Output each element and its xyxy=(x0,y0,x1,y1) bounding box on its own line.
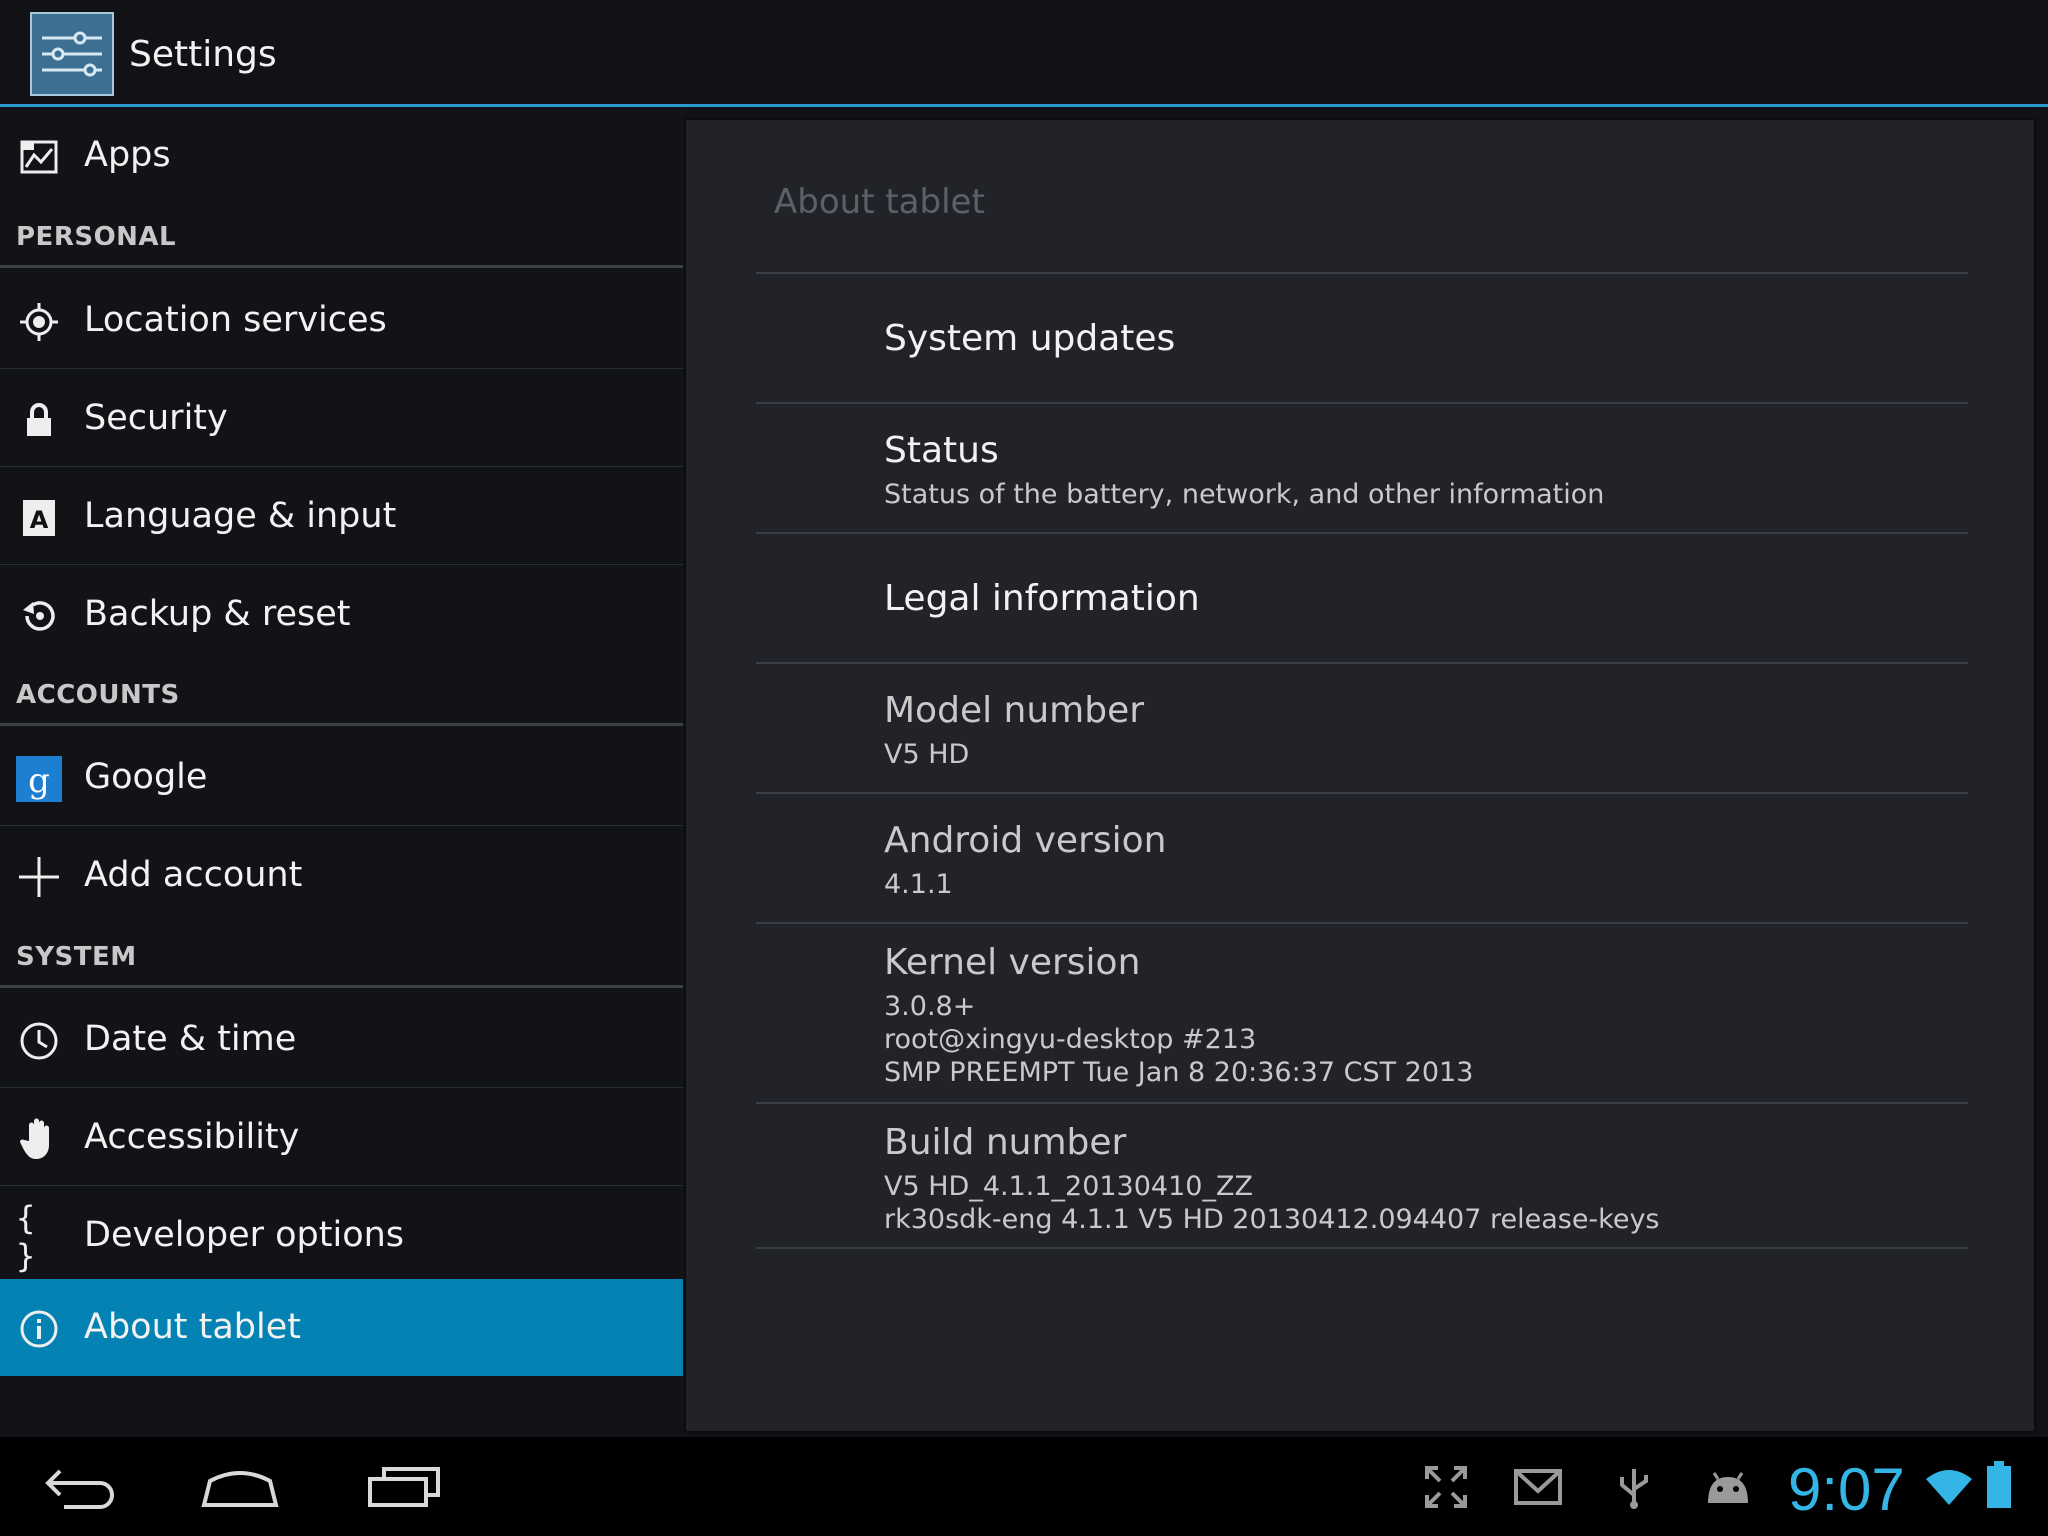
item-summary: Status of the battery, network, and othe… xyxy=(884,479,1605,510)
item-title: Legal information xyxy=(884,578,1200,619)
build-number-item[interactable]: Build number V5 HD_4.1.1_20130410_ZZ rk3… xyxy=(756,1102,1968,1247)
android-version-item[interactable]: Android version 4.1.1 xyxy=(756,792,1968,922)
item-value: V5 HD_4.1.1_20130410_ZZ xyxy=(884,1171,1253,1202)
sidebar-item-location[interactable]: Location services xyxy=(0,272,683,369)
settings-sidebar: Apps PERSONAL Location services Security xyxy=(0,107,683,1437)
sidebar-item-label: Language & input xyxy=(84,496,397,536)
location-icon xyxy=(16,302,62,342)
section-header-system: SYSTEM xyxy=(0,924,683,988)
braces-icon: { } xyxy=(16,1199,38,1275)
sidebar-item-security[interactable]: Security xyxy=(0,370,683,467)
model-number-item: Model number V5 HD xyxy=(756,662,1968,792)
item-value: 4.1.1 xyxy=(884,869,953,900)
pane-title: About tablet xyxy=(774,182,985,222)
system-nav-bar: 9:07 xyxy=(0,1437,2048,1536)
sidebar-item-label: Developer options xyxy=(84,1215,405,1255)
sidebar-item-label: Google xyxy=(84,757,208,797)
section-header-accounts: ACCOUNTS xyxy=(0,662,683,726)
status-clock: 9:07 xyxy=(1788,1456,1905,1523)
item-title: Kernel version xyxy=(884,942,1141,983)
status-item[interactable]: Status Status of the battery, network, a… xyxy=(756,402,1968,532)
item-title: Android version xyxy=(884,820,1167,861)
item-title: Status xyxy=(884,430,999,471)
hand-icon xyxy=(16,1118,62,1159)
svg-text:A: A xyxy=(30,506,49,534)
sidebar-item-backup[interactable]: Backup & reset xyxy=(0,566,683,663)
item-value: root@xingyu-desktop #213 xyxy=(884,1024,1257,1055)
home-icon[interactable] xyxy=(200,1461,280,1515)
sidebar-item-language[interactable]: A Language & input xyxy=(0,468,683,565)
sidebar-item-apps[interactable]: Apps xyxy=(0,107,683,204)
sidebar-item-date-time[interactable]: Date & time xyxy=(0,991,683,1088)
fullscreen-icon[interactable] xyxy=(1424,1465,1468,1513)
clock-icon xyxy=(16,1021,62,1061)
apps-icon xyxy=(16,137,62,177)
kernel-version-item: Kernel version 3.0.8+ root@xingyu-deskto… xyxy=(756,922,1968,1102)
item-title: System updates xyxy=(884,318,1176,359)
sidebar-item-add-account[interactable]: Add account xyxy=(0,827,683,924)
svg-text:g: g xyxy=(28,761,50,801)
back-icon[interactable] xyxy=(42,1461,122,1515)
item-value: 3.0.8+ xyxy=(884,991,976,1022)
sidebar-item-label: Date & time xyxy=(84,1019,297,1059)
item-title: Model number xyxy=(884,690,1145,731)
action-bar: Settings xyxy=(0,0,2048,107)
android-debug-icon xyxy=(1704,1471,1752,1509)
item-value: SMP PREEMPT Tue Jan 8 20:36:37 CST 2013 xyxy=(884,1057,1474,1088)
usb-icon xyxy=(1616,1465,1652,1513)
gmail-icon xyxy=(1514,1469,1562,1509)
recent-apps-icon[interactable] xyxy=(364,1461,444,1515)
sidebar-item-label: About tablet xyxy=(84,1307,301,1347)
section-header-personal: PERSONAL xyxy=(0,204,683,268)
sidebar-item-accessibility[interactable]: Accessibility xyxy=(0,1089,683,1186)
sidebar-item-label: Accessibility xyxy=(84,1117,300,1157)
backup-icon xyxy=(16,596,62,636)
wifi-icon xyxy=(1924,1467,1974,1511)
language-icon: A xyxy=(16,498,62,538)
battery-icon xyxy=(1986,1461,2012,1513)
plus-icon xyxy=(16,857,62,897)
list-divider xyxy=(756,1247,1968,1249)
system-updates-item[interactable]: System updates xyxy=(756,272,1968,402)
settings-sliders-icon[interactable] xyxy=(30,12,114,96)
item-value: rk30sdk-eng 4.1.1 V5 HD 20130412.094407 … xyxy=(884,1204,1660,1235)
sidebar-item-label: Add account xyxy=(84,855,303,895)
sidebar-item-google[interactable]: g Google xyxy=(0,729,683,826)
legal-information-item[interactable]: Legal information xyxy=(756,532,1968,662)
sidebar-item-label: Security xyxy=(84,398,228,438)
item-value: V5 HD xyxy=(884,739,970,770)
sidebar-item-label: Backup & reset xyxy=(84,594,351,634)
sidebar-item-label: Location services xyxy=(84,300,387,340)
sidebar-item-developer[interactable]: { } Developer options xyxy=(0,1187,683,1284)
info-icon xyxy=(16,1309,62,1349)
item-title: Build number xyxy=(884,1122,1127,1163)
about-tablet-pane: About tablet System updates Status Statu… xyxy=(684,118,2036,1433)
sidebar-item-about[interactable]: About tablet xyxy=(0,1279,683,1376)
app-title: Settings xyxy=(129,34,277,75)
sidebar-item-label: Apps xyxy=(84,135,171,175)
google-icon: g xyxy=(16,756,62,802)
lock-icon xyxy=(16,400,62,440)
